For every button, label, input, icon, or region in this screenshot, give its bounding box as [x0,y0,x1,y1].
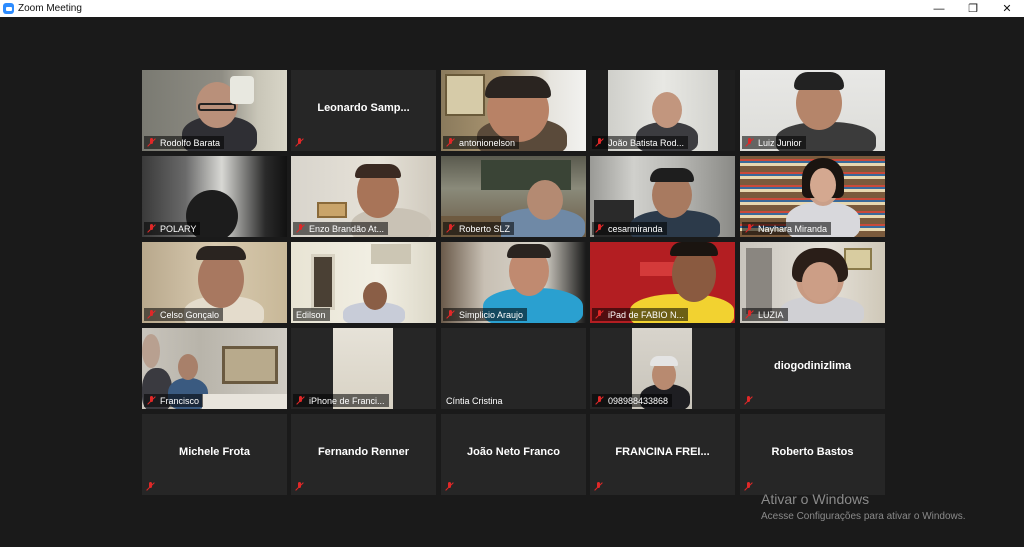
title-bar: Zoom Meeting — ❐ ✕ [0,0,1024,17]
participant-tile[interactable]: Enzo Brandão At... [291,156,436,237]
participant-tile[interactable]: João Neto Franco [441,414,586,495]
participant-name-label: iPad de FABIO N... [592,308,689,321]
muted-mic-icon [446,224,455,233]
muted-mic-icon [147,138,156,147]
participant-tile[interactable]: Roberto Bastos [740,414,885,495]
participant-tile[interactable]: POLARY [142,156,287,237]
participant-name-label: Nayhara Miranda [742,222,832,235]
participant-name-label: LUZIA [742,308,788,321]
participant-name-label: 098988433868 [592,394,673,407]
window-title: Zoom Meeting [18,3,82,14]
close-button[interactable]: ✕ [990,0,1024,17]
participant-tile[interactable]: cesarmiranda [590,156,735,237]
windows-activation-subtitle: Acesse Configurações para ativar o Windo… [761,511,966,522]
participant-name-label: Rodolfo Barata [144,136,225,149]
participant-tile[interactable]: Roberto SLZ [441,156,586,237]
participant-tile[interactable]: 098988433868 [590,328,735,409]
participant-tile[interactable]: Fernando Renner [291,414,436,495]
muted-mic-icon [295,138,304,147]
participant-tile[interactable]: Leonardo Samp... [291,70,436,151]
participant-name: Roberto Bastos [771,446,854,458]
muted-mic-icon [295,482,304,491]
participant-tile[interactable]: João Batista Rod... [590,70,735,151]
participant-name-label: cesarmiranda [592,222,667,235]
muted-mic-icon [446,138,455,147]
gallery-view: Rodolfo Barata Leonardo Samp... antonion… [0,17,1024,547]
window-controls: — ❐ ✕ [922,0,1024,17]
participant-name-label: Enzo Brandão At... [293,222,389,235]
muted-mic-icon [147,310,156,319]
muted-mic-icon [147,224,156,233]
muted-mic-icon [594,482,603,491]
minimize-button[interactable]: — [922,0,956,17]
muted-mic-icon [745,224,754,233]
participant-tile[interactable]: Nayhara Miranda [740,156,885,237]
participant-name: Fernando Renner [317,446,410,458]
restore-button[interactable]: ❐ [956,0,990,17]
participant-name: Michele Frota [179,446,250,458]
windows-activation-title: Ativar o Windows [761,491,870,507]
participant-tile[interactable]: iPhone de Franci... [291,328,436,409]
participant-tile[interactable]: Michele Frota [142,414,287,495]
muted-mic-icon [744,396,753,405]
participant-tile[interactable]: Francisco [142,328,287,409]
participant-name: diogodinizlima [774,360,851,372]
participant-name-label: Francisco [144,394,204,407]
zoom-app-icon [3,3,14,14]
participant-tile[interactable]: antonionelson [441,70,586,151]
participant-name-label: Celso Gonçalo [144,308,224,321]
participant-tile[interactable]: Rodolfo Barata [142,70,287,151]
participant-name-label: Cíntia Cristina [446,395,503,406]
muted-mic-icon [745,310,754,319]
muted-mic-icon [595,138,604,147]
participant-name-label: Simplicio Araujo [443,308,528,321]
muted-mic-icon [296,224,305,233]
muted-mic-icon [595,224,604,233]
muted-mic-icon [146,482,155,491]
participant-tile[interactable]: Celso Gonçalo [142,242,287,323]
participant-name-label: Roberto SLZ [443,222,515,235]
participant-tile-active-speaker[interactable]: Edilson [291,242,436,323]
muted-mic-icon [445,482,454,491]
participant-tile[interactable]: LUZIA [740,242,885,323]
muted-mic-icon [595,310,604,319]
muted-mic-icon [744,482,753,491]
participant-name-label: antonionelson [443,136,520,149]
participant-name-label: Luiz Junior [742,136,806,149]
participant-tile[interactable]: Luiz Junior [740,70,885,151]
muted-mic-icon [446,310,455,319]
participant-tile[interactable]: Simplicio Araujo [441,242,586,323]
participant-tile[interactable]: FRANCINA FREI... [590,414,735,495]
participant-tile[interactable]: iPad de FABIO N... [590,242,735,323]
participant-name: Leonardo Samp... [317,102,410,114]
participant-tile[interactable]: Cíntia Cristina [441,328,586,409]
muted-mic-icon [147,396,156,405]
participant-tile[interactable]: diogodinizlima [740,328,885,409]
participant-name-label: Edilson [293,308,330,321]
participant-name-label: iPhone de Franci... [293,394,389,407]
muted-mic-icon [595,396,604,405]
muted-mic-icon [296,396,305,405]
participant-name: João Neto Franco [467,446,560,458]
participant-name-label: POLARY [144,222,201,235]
participant-name: FRANCINA FREI... [615,446,710,458]
participant-name-label: João Batista Rod... [592,136,689,149]
muted-mic-icon [745,138,754,147]
